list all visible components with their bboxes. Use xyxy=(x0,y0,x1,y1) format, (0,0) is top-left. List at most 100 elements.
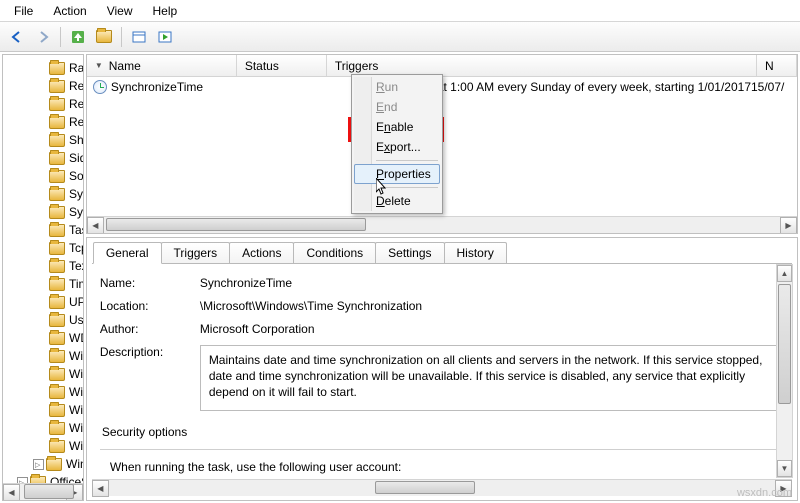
value: Microsoft Corporation xyxy=(200,322,788,336)
tree-item-softwareprot[interactable]: SoftwareProtection xyxy=(3,167,83,185)
field-name: Name:SynchronizeTime xyxy=(100,276,788,290)
scroll-up-button[interactable]: ▲ xyxy=(777,265,792,282)
scroll-left-button[interactable]: ◀ xyxy=(92,480,109,497)
field-description: Description: Maintains date and time syn… xyxy=(100,345,788,411)
expand-icon[interactable] xyxy=(33,459,44,470)
tab-conditions[interactable]: Conditions xyxy=(293,242,376,263)
tabstrip: General Triggers Actions Conditions Sett… xyxy=(87,238,797,263)
tree-panel: Ras Registry RemoteApp and D RemoteAssis… xyxy=(2,54,84,501)
description-box[interactable]: Maintains date and time synchronization … xyxy=(200,345,788,411)
tree-item-activation[interactable]: Windows Activatio xyxy=(3,347,83,365)
tree-item-registry[interactable]: Registry xyxy=(3,77,83,95)
tree-item-tcpip[interactable]: Tcpip xyxy=(3,239,83,257)
scroll-thumb[interactable] xyxy=(106,218,366,231)
folder-icon xyxy=(49,80,65,93)
field-location: Location:\Microsoft\Windows\Time Synchro… xyxy=(100,299,788,313)
task-hscrollbar[interactable]: ◀ ▶ xyxy=(87,216,797,233)
tree-item-label: Time Synchronizat xyxy=(69,276,83,292)
scroll-thumb[interactable] xyxy=(24,484,74,499)
toolbar xyxy=(0,22,800,52)
tree-item-userprofile[interactable]: User Profile Servic xyxy=(3,311,83,329)
tree-item-wdi[interactable]: WDI xyxy=(3,329,83,347)
tree-item-upnp[interactable]: UPnP xyxy=(3,293,83,311)
ctx-delete[interactable]: Delete xyxy=(354,191,440,211)
tab-actions[interactable]: Actions xyxy=(229,242,294,263)
forward-button[interactable] xyxy=(32,26,54,48)
scroll-right-button[interactable]: ▶ xyxy=(780,217,797,234)
tree-item-remoteapp[interactable]: RemoteApp and D xyxy=(3,95,83,113)
divider xyxy=(100,449,788,450)
col-status[interactable]: Status xyxy=(237,55,327,76)
scroll-thumb[interactable] xyxy=(375,481,475,494)
folder-button[interactable] xyxy=(93,26,115,48)
col-label: N xyxy=(765,59,774,73)
scroll-track[interactable] xyxy=(109,480,775,496)
scroll-thumb[interactable] xyxy=(778,284,791,404)
tree-item-sideshow[interactable]: SideShow xyxy=(3,149,83,167)
tree-item-label: User Profile Servic xyxy=(69,312,83,328)
tab-history[interactable]: History xyxy=(444,242,507,263)
sort-icon: ▼ xyxy=(95,61,103,70)
tree-item-synccenter[interactable]: SyncCenter xyxy=(3,185,83,203)
context-menu: Run End Enable Export... Properties Dele… xyxy=(351,74,443,214)
menu-view[interactable]: View xyxy=(97,2,143,19)
scroll-track[interactable] xyxy=(20,484,66,501)
expand-icon[interactable] xyxy=(17,477,28,484)
folder-icon xyxy=(46,458,62,471)
tree-hscrollbar[interactable]: ◀ ▶ xyxy=(3,483,83,500)
scroll-down-button[interactable]: ▼ xyxy=(777,460,792,477)
folder-icon xyxy=(49,332,65,345)
tree-item-label: SyncCenter xyxy=(69,186,83,202)
tree-item-label: WDI xyxy=(69,330,83,346)
tree-item-label: WindowsBackup xyxy=(69,420,83,436)
tree-item-label: SystemRestore xyxy=(69,204,83,220)
ctx-end[interactable]: End xyxy=(354,97,440,117)
tree-item-shell[interactable]: Shell xyxy=(3,131,83,149)
tree-item-label: Windows Activatio xyxy=(69,348,83,364)
menu-help[interactable]: Help xyxy=(143,2,188,19)
tree-item-filtering[interactable]: Windows Filtering xyxy=(3,383,83,401)
details-hscrollbar[interactable]: ◀ ▶ xyxy=(92,479,792,496)
menu-action[interactable]: Action xyxy=(43,2,96,19)
scroll-track[interactable] xyxy=(104,217,780,233)
tree-item-timesync[interactable]: Time Synchronizat xyxy=(3,275,83,293)
tree-item-backup[interactable]: WindowsBackup xyxy=(3,419,83,437)
tree-item-label: OfficeSoftwareProtection xyxy=(50,474,83,483)
details-vscrollbar[interactable]: ▲ ▼ xyxy=(776,264,793,478)
details-panel: General Triggers Actions Conditions Sett… xyxy=(86,237,798,501)
scroll-left-button[interactable]: ◀ xyxy=(3,484,20,501)
folder-icon xyxy=(49,152,65,165)
tree-item-mediash[interactable]: Windows Media Sh xyxy=(3,401,83,419)
col-name[interactable]: ▼Name xyxy=(87,55,237,76)
tree-item-errorrep[interactable]: Windows Error Rep xyxy=(3,365,83,383)
ctx-export[interactable]: Export... xyxy=(354,137,440,157)
scroll-left-button[interactable]: ◀ xyxy=(87,217,104,234)
tab-settings[interactable]: Settings xyxy=(375,242,444,263)
tab-general[interactable]: General xyxy=(93,242,162,264)
value: SynchronizeTime xyxy=(200,276,788,290)
col-next[interactable]: N xyxy=(757,55,797,76)
run-button[interactable] xyxy=(154,26,176,48)
context-menu-separator xyxy=(376,160,438,161)
back-button[interactable] xyxy=(6,26,28,48)
col-triggers[interactable]: Triggers xyxy=(327,55,757,76)
tab-triggers[interactable]: Triggers xyxy=(161,242,231,263)
tree-body[interactable]: Ras Registry RemoteApp and D RemoteAssis… xyxy=(3,55,83,483)
menu-file[interactable]: File xyxy=(4,2,43,19)
tree-item-systemrestore[interactable]: SystemRestore xyxy=(3,203,83,221)
tree-item-remoteassist[interactable]: RemoteAssistance xyxy=(3,113,83,131)
up-button[interactable] xyxy=(67,26,89,48)
ctx-run[interactable]: Run xyxy=(354,77,440,97)
ctx-properties[interactable]: Properties xyxy=(354,164,440,184)
tree-item-textservices[interactable]: TextServicesFrame xyxy=(3,257,83,275)
ctx-enable[interactable]: Enable xyxy=(354,117,440,137)
tree-item-office[interactable]: OfficeSoftwareProtection xyxy=(3,473,83,483)
tree-item-colorsys[interactable]: WindowsColorSys xyxy=(3,437,83,455)
tree-item-label: Shell xyxy=(69,132,83,148)
scroll-track[interactable] xyxy=(777,282,792,460)
properties-button[interactable] xyxy=(128,26,150,48)
tree-item-ras[interactable]: Ras xyxy=(3,59,83,77)
watermark: wsxdn.com xyxy=(737,487,792,499)
tree-item-defender[interactable]: Windows Defender xyxy=(3,455,83,473)
tree-item-taskmgr[interactable]: Task Manager xyxy=(3,221,83,239)
